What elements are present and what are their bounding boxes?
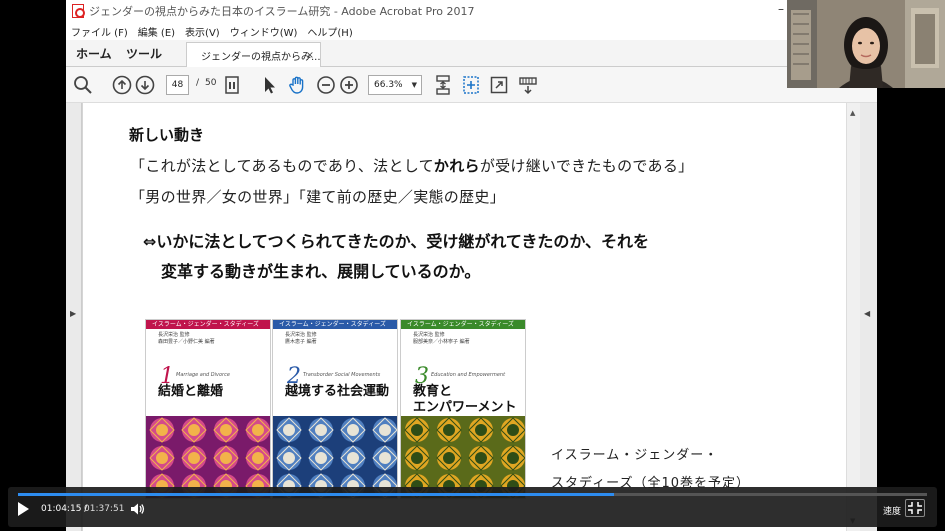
quote-worlds: 「男の世界／女の世界」「建て前の歴史／実態の歴史」 — [130, 188, 506, 206]
select-cursor-icon[interactable] — [259, 75, 279, 95]
vertical-scrollbar[interactable]: ▲ ▼ — [846, 103, 860, 531]
book-title: 結婚と離婚 — [158, 384, 223, 400]
seek-bar-progress — [18, 493, 615, 496]
tab-bar: ホーム ツール ジェンダーの視点からみ... × — [66, 40, 877, 67]
book-english-title: Marriage and Divorce — [176, 372, 230, 378]
menu-edit[interactable]: 編集 (E) — [138, 24, 175, 39]
page-layout-icon[interactable] — [222, 75, 242, 95]
book-series-label: イスラーム・ジェンダー・スタディーズ — [273, 320, 397, 329]
pdf-app-icon — [72, 4, 85, 18]
menu-help[interactable]: ヘルプ(H) — [307, 24, 352, 39]
quote-law-emphasis: かれら — [433, 157, 480, 175]
document-area: ▶ 新しい動き 「これが法としてあるものであり、法としてかれらが受け継いできたも… — [66, 103, 877, 531]
screen: ジェンダーの視点からみた日本のイスラーム研究 - Adobe Acrobat P… — [0, 0, 945, 531]
book-editors-line-1: 長沢栄治 監修 — [285, 332, 317, 338]
book-english-title: Education and Empowerment — [431, 372, 506, 378]
book-cover: イスラーム・ジェンダー・スタディーズ 長沢栄治 監修 服部美奈／小林寧子 編著 3 Ed… — [400, 319, 526, 499]
book-title-line-1: 越境する社会運動 — [285, 384, 390, 399]
window-title: ジェンダーの視点からみた日本のイスラーム研究 - Adobe Acrobat P… — [89, 5, 475, 18]
menu-bar: ファイル (F) 編集 (E) 表示(V) ウィンドウ(W) ヘルプ(H) — [66, 22, 877, 40]
current-time-value: 01:04:15 — [41, 504, 82, 514]
full-screen-icon[interactable] — [489, 75, 509, 95]
close-tab-button[interactable]: × — [306, 50, 314, 61]
scroll-up-icon[interactable]: ▲ — [850, 109, 855, 117]
presenter-webcam — [787, 0, 945, 88]
book-title: 教育と エンパワーメント — [413, 384, 516, 416]
book-editors-line-2: 森田豊子／小野仁美 編著 — [158, 339, 215, 345]
next-page-icon[interactable] — [135, 75, 155, 95]
document-tab-label: ジェンダーの視点からみ... — [201, 51, 321, 63]
total-time: 01:37:51 — [84, 504, 125, 514]
video-player-controls: 01:04:15 / 01:37:51 速度 — [8, 487, 937, 527]
zoom-out-icon[interactable] — [316, 75, 336, 95]
menu-view[interactable]: 表示(V) — [185, 24, 220, 39]
book-editors: 長沢栄治 監修 森田豊子／小野仁美 編著 — [158, 332, 215, 346]
minimize-button[interactable]: – — [778, 2, 784, 16]
book-cover: イスラーム・ジェンダー・スタディーズ 長沢栄治 監修 鷹木恵子 編著 2 Transbo… — [272, 319, 398, 499]
search-icon[interactable] — [73, 75, 93, 95]
series-caption-line-1: イスラーム・ジェンダー・ — [551, 448, 719, 463]
scroll-mode-icon[interactable] — [433, 75, 453, 95]
chevron-left-icon: ◀ — [864, 309, 871, 318]
play-icon[interactable] — [18, 502, 29, 516]
toolbar: 48 / 50 66.3% ▼ — [66, 67, 877, 103]
quote-law: 「これが法としてあるものであり、法としてかれらが受け継いできたものである」 — [130, 155, 693, 176]
book-title-line-1: 結婚と離婚 — [158, 384, 224, 399]
pdf-page: 新しい動き 「これが法としてあるものであり、法としてかれらが受け継いできたもので… — [83, 103, 846, 531]
acrobat-window: ジェンダーの視点からみた日本のイスラーム研究 - Adobe Acrobat P… — [66, 0, 877, 531]
book-cover: イスラーム・ジェンダー・スタディーズ 長沢栄治 監修 森田豊子／小野仁美 編著 1 Ma… — [145, 319, 271, 499]
slide-heading: 新しい動き — [129, 126, 205, 144]
research-question: ⇔いかに法としてつくられてきたのか、受け継がれてきたのか、それを 変革する動きが… — [143, 227, 649, 287]
menu-window[interactable]: ウィンドウ(W) — [230, 24, 298, 39]
hand-tool-icon[interactable] — [287, 75, 307, 95]
right-panel-toggle[interactable]: ◀ — [860, 103, 877, 531]
page-total: 50 — [205, 78, 217, 88]
book-editors: 長沢栄治 監修 鷹木恵子 編著 — [285, 332, 317, 346]
read-mode-icon[interactable] — [518, 75, 538, 95]
book-title-line-1: 教育と — [413, 384, 453, 399]
zoom-in-icon[interactable] — [339, 75, 359, 95]
tab-document[interactable]: ジェンダーの視点からみ... × — [186, 42, 321, 67]
tab-home[interactable]: ホーム — [76, 45, 112, 62]
book-series-label: イスラーム・ジェンダー・スタディーズ — [401, 320, 525, 329]
book-editors-line-1: 長沢栄治 監修 — [158, 332, 190, 338]
page-separator: / — [196, 78, 200, 88]
quote-law-part-c: が受け継いできたものである」 — [479, 157, 694, 175]
playback-speed-button[interactable]: 速度 — [883, 504, 901, 517]
book-series-label: イスラーム・ジェンダー・スタディーズ — [146, 320, 270, 329]
prev-page-icon[interactable] — [112, 75, 132, 95]
book-title: 越境する社会運動 — [285, 384, 389, 400]
tab-tools[interactable]: ツール — [126, 45, 162, 62]
title-bar: ジェンダーの視点からみた日本のイスラーム研究 - Adobe Acrobat P… — [66, 0, 877, 22]
chevron-down-icon: ▼ — [411, 81, 417, 89]
menu-file[interactable]: ファイル (F) — [71, 24, 128, 39]
exit-fullscreen-icon[interactable] — [905, 499, 925, 517]
book-editors-line-1: 長沢栄治 監修 — [413, 332, 445, 338]
book-editors-line-2: 服部美奈／小林寧子 編著 — [413, 339, 470, 345]
quote-law-part-a: 「これが法としてあるものであり、法として — [130, 157, 434, 175]
seek-bar[interactable] — [18, 493, 927, 496]
volume-icon[interactable] — [129, 501, 145, 517]
research-question-line-2: 変革する動きが生まれ、展開しているのか。 — [161, 262, 481, 281]
zoom-level-value: 66.3% — [374, 80, 403, 90]
book-editors: 長沢栄治 監修 服部美奈／小林寧子 編著 — [413, 332, 470, 346]
zoom-level-select[interactable]: 66.3% ▼ — [368, 75, 422, 95]
left-panel-toggle[interactable]: ▶ — [66, 103, 82, 531]
book-editors-line-2: 鷹木恵子 編著 — [285, 339, 317, 345]
book-english-title: Transborder Social Movements — [303, 372, 381, 378]
fit-page-icon[interactable] — [461, 75, 481, 95]
book-title-line-2: エンパワーメント — [413, 400, 517, 415]
chevron-right-icon: ▶ — [70, 309, 77, 318]
research-question-line-1: ⇔いかに法としてつくられてきたのか、受け継がれてきたのか、それを — [143, 232, 650, 251]
page-number-input[interactable]: 48 — [166, 75, 189, 95]
current-time: 01:04:15 / — [41, 504, 87, 514]
